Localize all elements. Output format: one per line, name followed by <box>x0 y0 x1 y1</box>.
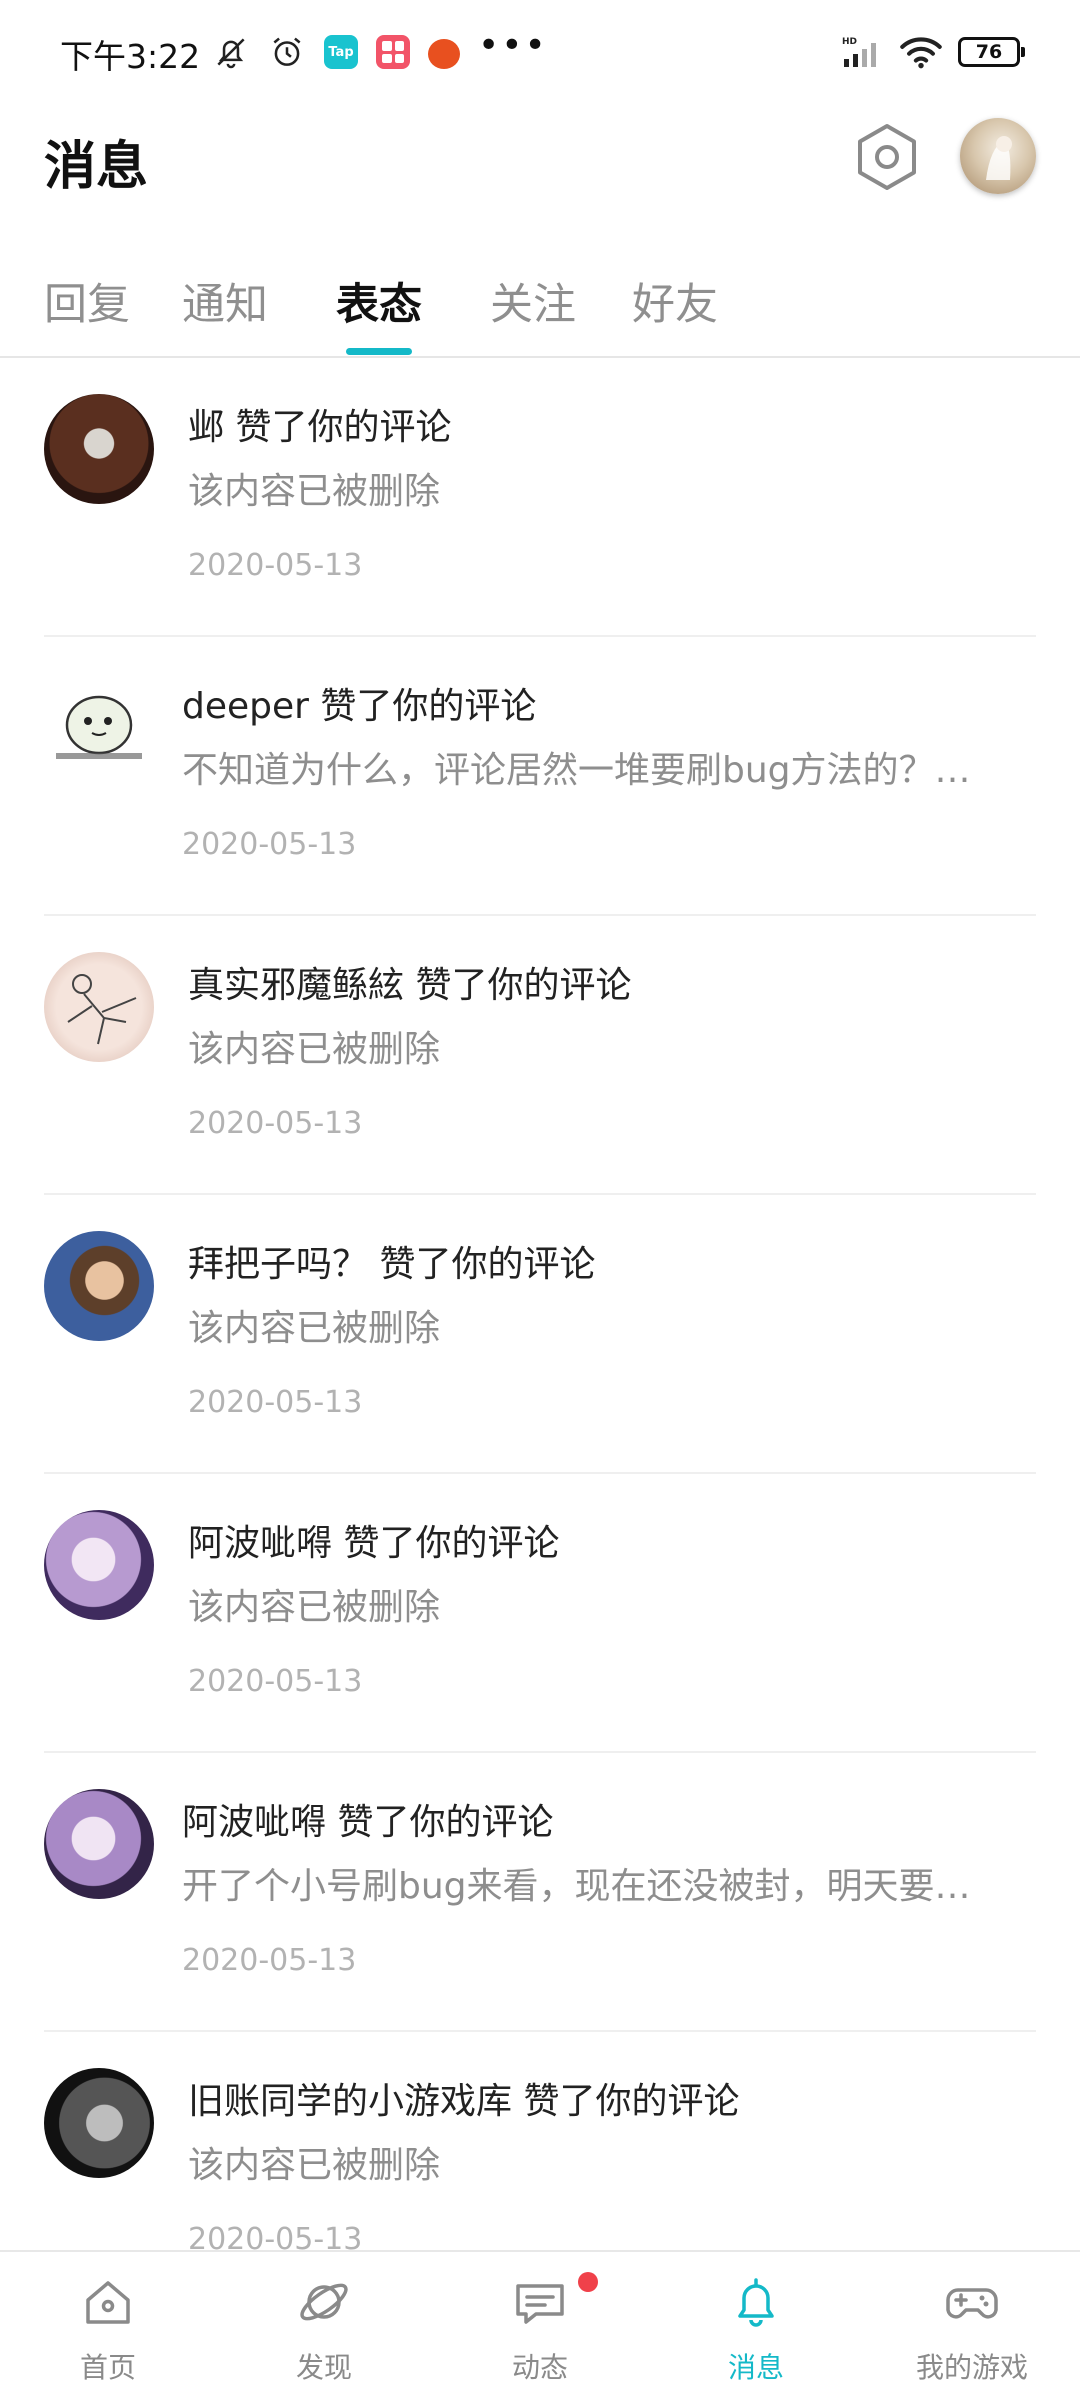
tab-notice[interactable]: 通知 <box>182 270 268 332</box>
list-item[interactable]: 阿波呲嘚 赞了你的评论 开了个小号刷bug来看，现在还没被封，明天要… 2020… <box>0 1753 1080 2032</box>
nav-feed-label: 动态 <box>511 2351 568 2384</box>
message-list: 邺 赞了你的评论 该内容已被删除 2020-05-13 deeper 赞了你的评… <box>0 358 1080 2311</box>
mute-bell-icon <box>217 38 245 69</box>
message-title: deeper 赞了你的评论 <box>182 686 537 727</box>
unread-badge <box>578 2272 598 2292</box>
avatar-sticker-art <box>56 695 142 759</box>
app-grid-icon <box>376 35 410 69</box>
nav-discover[interactable]: 发现 <box>216 2252 432 2400</box>
message-title: 阿波呲嘚 赞了你的评论 <box>188 1523 560 1564</box>
list-item[interactable]: 阿波呲嘚 赞了你的评论 该内容已被删除 2020-05-13 <box>0 1474 1080 1753</box>
message-body: 该内容已被删除 <box>188 2145 441 2186</box>
status-system-icons: HD 76 <box>842 30 1025 74</box>
bottom-nav: 首页 发现 动态 消息 我的游戏 <box>0 2250 1080 2400</box>
message-body: 该内容已被删除 <box>188 1587 441 1628</box>
message-title: 真实邪魔鲧絃 赞了你的评论 <box>188 965 632 1006</box>
nav-my-games[interactable]: 我的游戏 <box>864 2252 1080 2400</box>
nav-my-games-label: 我的游戏 <box>915 2351 1028 2384</box>
nav-discover-label: 发现 <box>295 2351 352 2384</box>
list-item[interactable]: 拜把子吗？ 赞了你的评论 该内容已被删除 2020-05-13 <box>0 1195 1080 1474</box>
wifi-icon <box>900 37 942 69</box>
status-time: 下午3:22 <box>60 37 201 76</box>
tab-reactions[interactable]: 表态 <box>336 270 422 332</box>
chat-icon <box>516 2284 564 2324</box>
taptap-label: Tap <box>328 44 354 60</box>
tab-friends[interactable]: 好友 <box>632 270 718 332</box>
signal-icon: HD <box>842 37 876 67</box>
message-time: 2020-05-13 <box>188 1385 363 1420</box>
more-notifications-icon: ••• <box>478 24 548 66</box>
avatar[interactable] <box>44 2068 154 2178</box>
profile-avatar[interactable] <box>960 118 1036 194</box>
tab-reply[interactable]: 回复 <box>44 270 130 332</box>
nav-home-label: 首页 <box>79 2351 136 2384</box>
nav-messages[interactable]: 消息 <box>648 2252 864 2400</box>
avatar[interactable] <box>44 673 154 783</box>
avatar-sketch-art <box>67 974 137 1045</box>
tab-following[interactable]: 关注 <box>490 270 576 332</box>
alarm-clock-icon <box>273 37 301 66</box>
message-body: 该内容已被删除 <box>188 1308 441 1349</box>
pumpkin-icon <box>428 39 460 69</box>
bell-icon <box>738 2278 774 2327</box>
message-title: 阿波呲嘚 赞了你的评论 <box>182 1802 554 1843</box>
message-time: 2020-05-13 <box>182 827 357 862</box>
message-body: 该内容已被删除 <box>188 1029 441 1070</box>
avatar[interactable] <box>44 1510 154 1620</box>
list-item[interactable]: 邺 赞了你的评论 该内容已被删除 2020-05-13 <box>0 358 1080 637</box>
avatar[interactable] <box>44 394 154 504</box>
nav-feed[interactable]: 动态 <box>432 2252 648 2400</box>
settings-hexagon-icon[interactable] <box>852 122 922 192</box>
message-title: 邺 赞了你的评论 <box>188 407 452 448</box>
avatar[interactable] <box>44 952 154 1062</box>
message-time: 2020-05-13 <box>188 1664 363 1699</box>
message-time: 2020-05-13 <box>182 1943 357 1978</box>
list-item[interactable]: deeper 赞了你的评论 不知道为什么，评论居然一堆要刷bug方法的？… 20… <box>0 637 1080 916</box>
message-body: 不知道为什么，评论居然一堆要刷bug方法的？… <box>182 750 971 791</box>
taptap-icon: Tap <box>324 35 358 69</box>
message-time: 2020-05-13 <box>188 1106 363 1141</box>
message-body: 开了个小号刷bug来看，现在还没被封，明天要… <box>182 1866 971 1907</box>
page-title: 消息 <box>44 137 149 197</box>
message-body: 该内容已被删除 <box>188 471 441 512</box>
status-notification-icons: Tap ••• <box>212 25 548 74</box>
profile-avatar-art <box>986 136 1012 180</box>
app-screen: 下午3:22 Tap ••• HD 76 消息 回复 通知 表态 关注 好友 邺… <box>0 0 1080 2400</box>
nav-messages-label: 消息 <box>727 2351 784 2384</box>
message-time: 2020-05-13 <box>188 548 363 583</box>
active-tab-indicator <box>346 348 412 355</box>
status-bar: 下午3:22 Tap ••• HD 76 <box>0 0 1080 100</box>
nav-home[interactable]: 首页 <box>0 2252 216 2400</box>
planet-icon <box>300 2283 348 2321</box>
avatar[interactable] <box>44 1231 154 1341</box>
gamepad-icon <box>946 2288 998 2319</box>
message-tabs: 回复 通知 表态 关注 好友 <box>0 258 1080 356</box>
list-item[interactable]: 真实邪魔鲧絃 赞了你的评论 该内容已被删除 2020-05-13 <box>0 916 1080 1195</box>
message-title: 旧账同学的小游戏库 赞了你的评论 <box>188 2081 740 2122</box>
message-title: 拜把子吗？ 赞了你的评论 <box>188 1244 596 1285</box>
home-icon <box>86 2281 130 2324</box>
battery-indicator: 76 <box>958 37 1025 67</box>
svg-text:HD: HD <box>842 37 857 47</box>
avatar[interactable] <box>44 1789 154 1899</box>
